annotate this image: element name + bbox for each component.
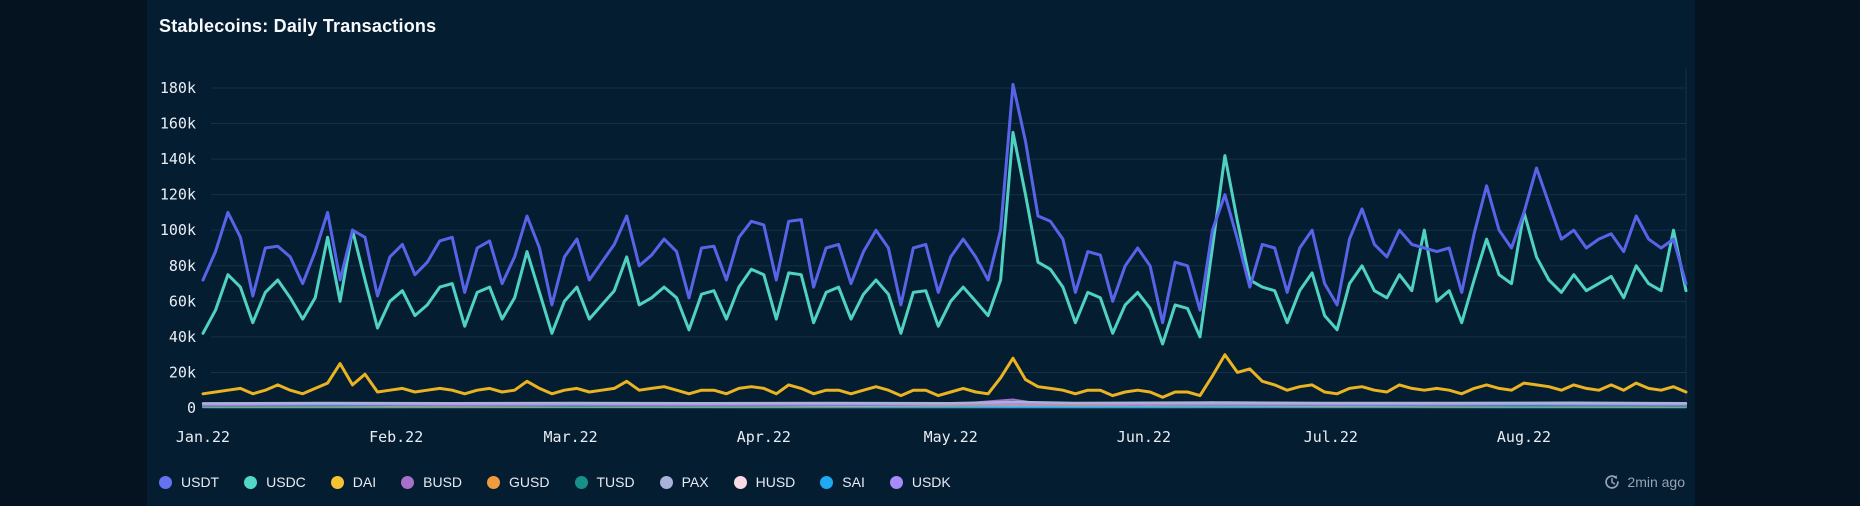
legend-label: PAX <box>681 474 709 490</box>
legend-label: GUSD <box>509 474 550 490</box>
series-line-usdt <box>201 82 1688 325</box>
y-axis-tick-label: 140k <box>160 150 196 168</box>
legend-dot-pax <box>659 475 673 489</box>
y-axis-tick-label: 20k <box>169 363 196 381</box>
x-axis-tick-label: Feb.22 <box>369 428 423 446</box>
legend-label: TUSD <box>596 474 635 490</box>
legend-label: SAI <box>842 474 865 490</box>
y-axis-tick-label: 40k <box>169 328 196 346</box>
page: { "page": { "outer_background": "#04131f… <box>0 0 1860 506</box>
y-axis-tick-label: 160k <box>160 115 196 133</box>
legend-dot-usdt <box>159 475 172 489</box>
y-axis-tick-label: 120k <box>160 186 196 204</box>
legend-dot-tusd <box>574 475 588 489</box>
legend-item-sai[interactable]: SAI <box>820 474 865 490</box>
chart-legend: USDT USDC DAI BUSD GUSD TUSD PAX HUSD SAI USDK <box>159 474 951 490</box>
legend-dot-usdc <box>244 475 258 489</box>
legend-item-dai[interactable]: DAI <box>330 474 377 490</box>
x-axis-tick-label: Jan.22 <box>176 428 230 446</box>
legend-dot-usdk <box>889 475 903 489</box>
legend-label: USDK <box>911 474 951 490</box>
legend-dot-sai <box>820 475 834 489</box>
legend-item-tusd[interactable]: TUSD <box>574 474 635 490</box>
x-axis-tick-label: May.22 <box>924 428 978 446</box>
last-updated-text: 2min ago <box>1627 474 1685 490</box>
legend-label: USDC <box>266 474 306 490</box>
legend-label: DAI <box>352 474 377 490</box>
daily-transactions-line-chart[interactable]: 0 20k 40k 60k 80k 100k 120k 140k 160k 180k Jan.22 F… <box>147 0 1695 506</box>
y-axis-tick-label: 60k <box>169 292 196 310</box>
refresh-clock-icon <box>1605 475 1620 489</box>
series-line-usdc <box>201 130 1688 346</box>
legend-label: HUSD <box>755 474 796 490</box>
y-axis-tick-label: 0 <box>187 399 196 417</box>
legend-item-pax[interactable]: PAX <box>659 474 709 490</box>
y-axis-tick-label: 100k <box>160 221 196 239</box>
legend-label: USDT <box>181 474 220 490</box>
x-axis-tick-label: Jun.22 <box>1117 428 1171 446</box>
series-line-dai <box>201 353 1688 399</box>
legend-item-busd[interactable]: BUSD <box>401 474 462 490</box>
legend-label: BUSD <box>423 474 463 490</box>
chart-footer: USDT USDC DAI BUSD GUSD TUSD PAX HUSD SAI USDK 2m… <box>159 471 1685 493</box>
y-axis-tick-label: 180k <box>160 79 196 97</box>
legend-item-usdc[interactable]: USDC <box>244 474 306 490</box>
legend-item-gusd[interactable]: GUSD <box>487 474 550 490</box>
x-axis-tick-label: Apr.22 <box>737 428 791 446</box>
x-axis-tick-label: Jul.22 <box>1304 428 1358 446</box>
x-axis-tick-label: Mar.22 <box>544 428 598 446</box>
last-updated-badge[interactable]: 2min ago <box>1604 474 1685 490</box>
legend-item-husd[interactable]: HUSD <box>733 474 796 490</box>
x-axis-tick-label: Aug.22 <box>1497 428 1551 446</box>
legend-dot-dai <box>330 475 344 489</box>
legend-item-usdt[interactable]: USDT <box>159 474 219 490</box>
y-axis-tick-label: 80k <box>169 257 196 275</box>
legend-dot-gusd <box>487 475 501 489</box>
legend-item-usdk[interactable]: USDK <box>889 474 951 490</box>
stablecoins-transactions-card: Stablecoins: Daily Transactions 0 20k 40k 6… <box>147 0 1695 506</box>
legend-dot-busd <box>401 475 415 489</box>
series-line-pax <box>201 400 1688 405</box>
legend-dot-husd <box>733 475 747 489</box>
